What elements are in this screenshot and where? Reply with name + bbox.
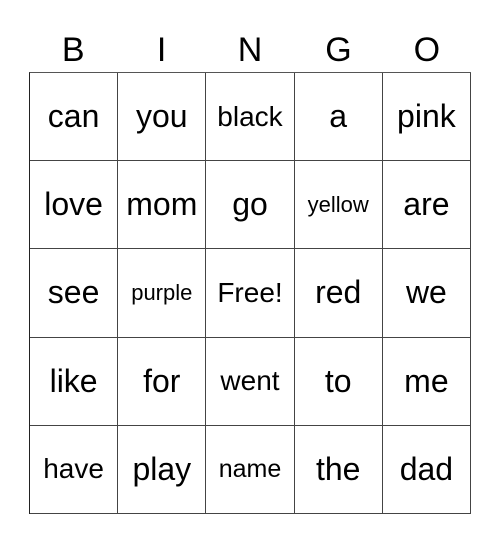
header-letter-o: O	[413, 31, 441, 69]
bingo-cell: red	[294, 249, 383, 338]
bingo-card-grid: can you black a pink love mom go yellow …	[29, 72, 471, 514]
bingo-cell: pink	[382, 73, 471, 162]
bingo-cell: are	[382, 161, 471, 250]
bingo-header: B I N G O	[29, 28, 471, 72]
bingo-cell: purple	[118, 249, 207, 338]
bingo-cell: play	[118, 425, 207, 514]
bingo-cell: me	[382, 337, 471, 426]
bingo-cell: to	[294, 337, 383, 426]
bingo-cell: we	[382, 249, 471, 338]
bingo-cell: go	[206, 161, 295, 250]
bingo-cell: like	[30, 337, 119, 426]
bingo-cell: a	[294, 73, 383, 162]
header-letter-i: I	[156, 31, 167, 69]
bingo-cell: black	[206, 73, 295, 162]
bingo-cell: dad	[382, 425, 471, 514]
bingo-cell: see	[30, 249, 119, 338]
bingo-cell: name	[206, 425, 295, 514]
bingo-cell: went	[206, 337, 295, 426]
bingo-cell: yellow	[294, 161, 383, 250]
bingo-cell: mom	[118, 161, 207, 250]
bingo-cell: the	[294, 425, 383, 514]
bingo-cell: you	[118, 73, 207, 162]
header-letter-g: G	[325, 31, 352, 69]
header-letter-n: N	[237, 31, 263, 69]
header-letter-b: B	[61, 31, 85, 69]
bingo-cell: can	[30, 73, 119, 162]
bingo-cell: for	[118, 337, 207, 426]
bingo-cell: love	[30, 161, 119, 250]
bingo-cell: have	[30, 425, 119, 514]
free-space-cell: Free!	[206, 249, 295, 338]
